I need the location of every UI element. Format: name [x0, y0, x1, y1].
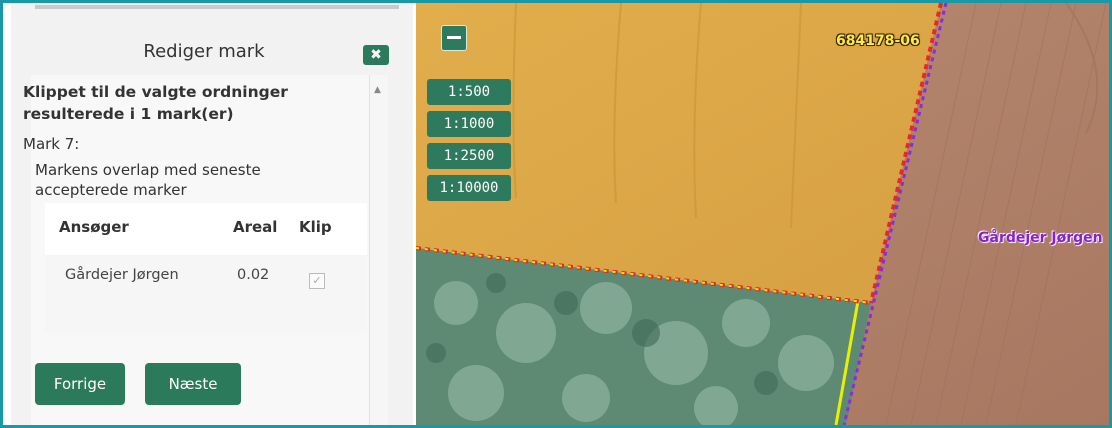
map-view[interactable]: 1:500 1:1000 1:2500 1:10000 684178-06 Gå…: [416, 3, 1109, 425]
owner-label: Gårdejer Jørgen: [978, 230, 1103, 246]
clip-checkbox[interactable]: ✓: [309, 273, 325, 289]
previous-button[interactable]: Forrige: [35, 363, 125, 405]
window-frame: Rediger mark ✖ ▲ Klippet til de valgte o…: [0, 0, 1112, 428]
next-button[interactable]: Næste: [145, 363, 241, 405]
aerial-map-image: [416, 3, 1109, 425]
scale-button-500[interactable]: 1:500: [427, 79, 511, 105]
panel-top-divider: [35, 5, 399, 9]
cell-applicant: Gårdejer Jørgen: [65, 267, 179, 283]
column-header-clip: Klip: [299, 218, 332, 236]
scrollbar[interactable]: ▲: [369, 75, 388, 425]
clip-result-message: Klippet til de valgte ordninger resulter…: [23, 83, 288, 123]
scale-button-10000[interactable]: 1:10000: [427, 175, 511, 201]
cell-area: 0.02: [237, 267, 270, 283]
overlap-table: Ansøger Areal Klip Gårdejer Jørgen 0.02 …: [45, 203, 367, 333]
scroll-up-icon[interactable]: ▲: [374, 85, 381, 95]
close-icon: ✖: [370, 47, 382, 63]
zoom-out-button[interactable]: [441, 25, 467, 51]
close-button[interactable]: ✖: [363, 45, 389, 65]
mark-label: Mark 7:: [23, 135, 80, 153]
overlap-description: Markens overlap med seneste accepterede …: [35, 161, 261, 199]
scale-button-2500[interactable]: 1:2500: [427, 143, 511, 169]
column-header-area: Areal: [233, 218, 278, 236]
scale-button-1000[interactable]: 1:1000: [427, 111, 511, 137]
column-header-applicant: Ansøger: [59, 218, 129, 236]
panel-title: Rediger mark: [143, 41, 265, 62]
edit-field-panel: Rediger mark ✖ ▲ Klippet til de valgte o…: [11, 3, 413, 425]
parcel-id-label: 684178-06: [836, 33, 920, 49]
